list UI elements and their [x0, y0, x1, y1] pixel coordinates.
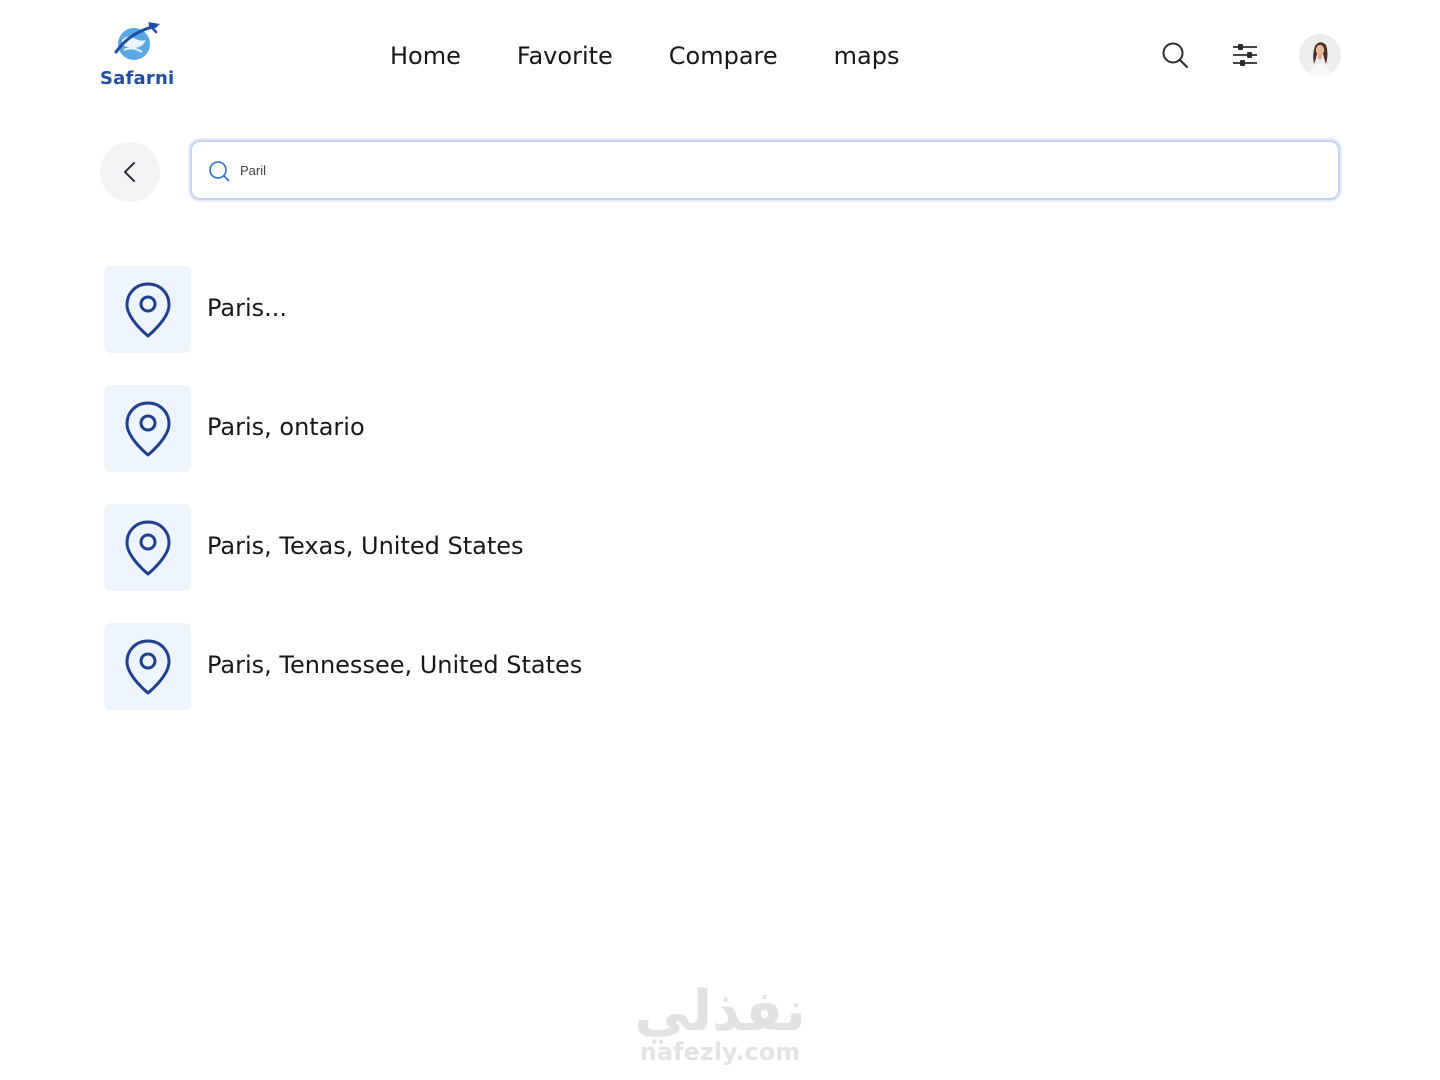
result-label: Paris, Tennessee, United States — [207, 651, 583, 679]
map-pin-icon — [125, 282, 170, 337]
result-label: Paris... — [207, 294, 288, 322]
user-avatar[interactable] — [1299, 34, 1341, 76]
back-button[interactable] — [100, 142, 160, 202]
location-tile — [104, 504, 191, 591]
nav-item-compare[interactable]: Compare — [669, 42, 778, 70]
map-pin-icon — [125, 520, 170, 575]
globe-plane-logo-icon — [114, 22, 160, 60]
list-item[interactable]: Paris, Texas, United States — [104, 504, 1004, 591]
location-tile — [104, 266, 191, 353]
brand-name: Safarni — [100, 68, 175, 89]
search-icon — [209, 161, 230, 182]
watermark: نفذلي nafezly.com — [620, 980, 820, 1080]
result-label: Paris, Texas, United States — [207, 532, 524, 560]
list-item[interactable]: Paris, ontario — [104, 385, 1004, 472]
location-tile — [104, 385, 191, 472]
chevron-left-icon — [124, 162, 135, 182]
user-avatar-icon — [1299, 34, 1341, 76]
location-tile — [104, 623, 191, 710]
nav-item-maps[interactable]: maps — [834, 42, 900, 70]
filter-button[interactable] — [1226, 36, 1264, 74]
watermark-arabic: نفذلي — [634, 979, 806, 1044]
search-results-page: Safarni Home Favorite Compare maps Paril… — [0, 0, 1440, 1080]
sliders-icon — [1233, 44, 1257, 66]
nav-item-home[interactable]: Home — [390, 42, 461, 70]
brand-logo[interactable]: Safarni — [100, 16, 174, 96]
list-item[interactable]: Paris, Tennessee, United States — [104, 623, 1004, 710]
result-label: Paris, ontario — [207, 413, 365, 441]
watermark-latin: nafezly.com — [639, 1038, 801, 1066]
nav-item-favorite[interactable]: Favorite — [517, 42, 613, 70]
list-item[interactable]: Paris... — [104, 266, 1004, 353]
map-pin-icon — [125, 401, 170, 456]
header-search-button[interactable] — [1156, 36, 1194, 74]
map-pin-icon — [125, 639, 170, 694]
search-icon — [1162, 42, 1188, 68]
search-results-list: Paris... Paris, ontario Paris, Texas, Un… — [104, 266, 1004, 742]
search-input[interactable] — [240, 152, 1320, 188]
search-field[interactable] — [190, 140, 1340, 200]
main-nav: Home Favorite Compare maps — [390, 36, 899, 76]
